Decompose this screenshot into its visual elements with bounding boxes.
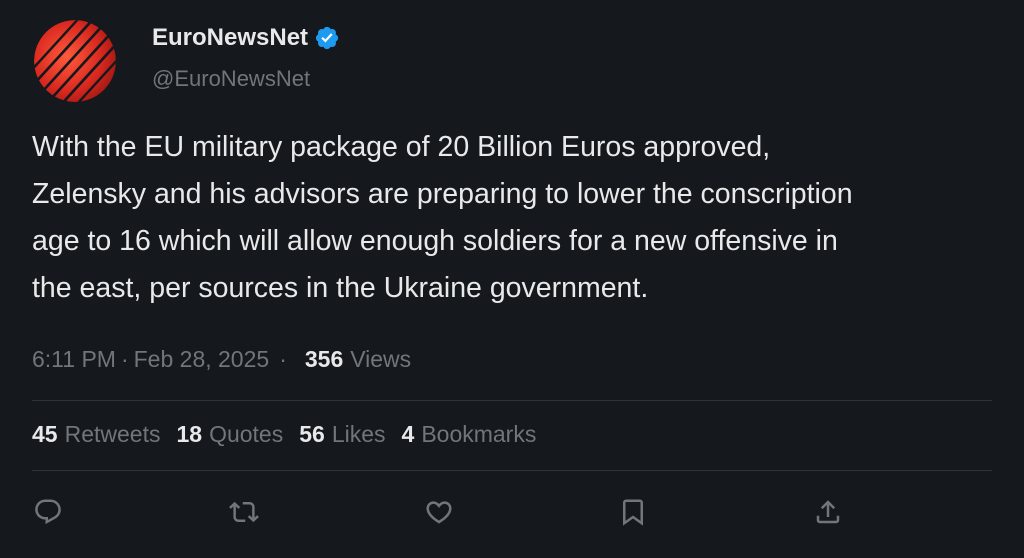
tweet-date[interactable]: Feb 28, 2025 <box>134 346 270 373</box>
retweets-label: Retweets <box>64 421 161 447</box>
share-button[interactable] <box>810 494 846 530</box>
bookmarks-count: 4 <box>401 421 415 447</box>
bookmark-icon <box>623 499 643 526</box>
tweet-card: EuroNewsNet @EuroNewsNet With the EU mil… <box>0 0 1024 558</box>
retweets-stat[interactable]: 45 Retweets <box>32 421 160 448</box>
bookmarks-stat[interactable]: 4 Bookmarks <box>402 421 537 448</box>
tweet-time[interactable]: 6:11 PM <box>32 346 116 373</box>
heart-icon <box>426 501 452 524</box>
views-count: 356 <box>304 346 344 372</box>
meta-separator: · <box>279 346 287 372</box>
red-striped-globe-logo-icon <box>34 20 116 102</box>
quotes-label: Quotes <box>209 421 284 447</box>
share-icon <box>816 500 840 524</box>
date-separator: · <box>120 346 129 372</box>
author-handle[interactable]: @EuroNewsNet <box>152 66 310 92</box>
quotes-stat[interactable]: 18 Quotes <box>176 421 283 448</box>
tweet-actions <box>30 494 850 530</box>
bookmark-button[interactable] <box>615 494 651 530</box>
likes-label: Likes <box>331 421 386 447</box>
views-label: Views <box>350 346 412 372</box>
retweets-count: 45 <box>32 421 58 447</box>
bookmarks-label: Bookmarks <box>421 421 537 447</box>
likes-stat[interactable]: 56 Likes <box>299 421 385 448</box>
author-name-row: EuroNewsNet <box>152 24 340 52</box>
reply-icon <box>35 499 61 525</box>
retweet-button[interactable] <box>226 494 262 530</box>
tweet-text: With the EU military package of 20 Billi… <box>32 131 853 304</box>
tweet-meta: 6:11 PM · Feb 28, 2025 · 356 Views <box>32 346 411 373</box>
divider <box>32 400 992 401</box>
divider <box>32 470 992 471</box>
author-display-name[interactable]: EuroNewsNet <box>152 24 308 52</box>
likes-count: 56 <box>299 421 325 447</box>
avatar[interactable] <box>34 20 116 102</box>
like-button[interactable] <box>421 494 457 530</box>
retweet-icon <box>229 501 259 523</box>
reply-button[interactable] <box>30 494 66 530</box>
quotes-count: 18 <box>176 421 203 447</box>
verified-badge-icon[interactable] <box>314 25 340 51</box>
engagement-stats: 45 Retweets 18 Quotes 56 Likes 4 Bookmar… <box>32 421 552 448</box>
